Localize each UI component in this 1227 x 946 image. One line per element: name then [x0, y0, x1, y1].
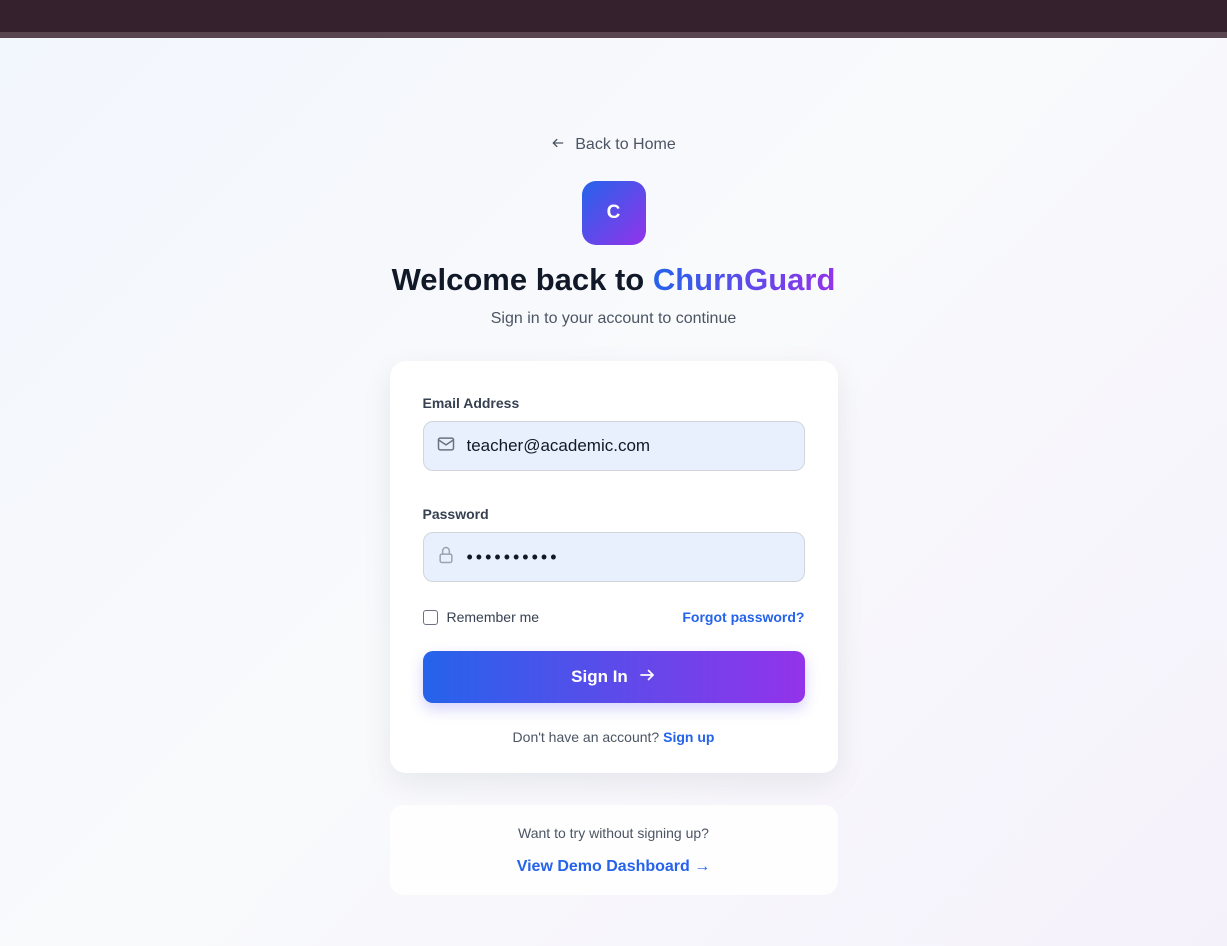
view-demo-dashboard-link[interactable]: View Demo Dashboard →: [517, 857, 711, 877]
page-title: Welcome back to ChurnGuard: [392, 261, 836, 299]
title-prefix: Welcome back to: [391, 262, 653, 297]
arrow-right-icon: [638, 666, 656, 689]
password-field: [422, 532, 805, 582]
sign-in-label: Sign In: [571, 667, 628, 686]
password-label: Password: [422, 506, 489, 522]
top-bar: [0, 0, 1227, 32]
back-to-home-link[interactable]: Back to Home: [551, 134, 676, 156]
password-input[interactable]: [466, 546, 804, 568]
page-subtitle: Sign in to your account to continue: [490, 310, 737, 327]
logo: C: [581, 181, 646, 245]
remember-me-checkbox[interactable]: [422, 609, 438, 625]
email-label: Email Address: [422, 395, 520, 411]
remember-me-label: Remember me: [446, 609, 540, 625]
lock-icon: [436, 545, 456, 570]
mail-icon: [436, 434, 456, 459]
login-page: Back to Home C Welcome back to ChurnGuar…: [0, 38, 1227, 946]
login-options: Remember me Forgot password?: [422, 607, 805, 627]
email-field: [422, 421, 805, 471]
back-to-home-label: Back to Home: [575, 136, 676, 153]
sign-up-link[interactable]: Sign up: [663, 729, 714, 745]
demo-link-label: View Demo Dashboard: [516, 858, 690, 875]
arrow-left-icon: [551, 136, 565, 155]
signup-row: Don't have an account? Sign up: [423, 729, 805, 745]
no-account-text: Don't have an account?: [512, 729, 664, 745]
brand-name: ChurnGuard: [652, 262, 836, 297]
login-card: Email Address Password: [389, 361, 838, 773]
demo-link-arrow: →: [694, 858, 711, 875]
sign-in-button[interactable]: Sign In: [422, 651, 805, 703]
demo-prompt: Want to try without signing up?: [518, 825, 709, 841]
forgot-password-link[interactable]: Forgot password?: [682, 609, 804, 625]
email-input[interactable]: [466, 436, 804, 456]
logo-letter: C: [606, 202, 621, 223]
remember-me: Remember me: [422, 609, 540, 625]
demo-card: Want to try without signing up? View Dem…: [389, 805, 838, 895]
